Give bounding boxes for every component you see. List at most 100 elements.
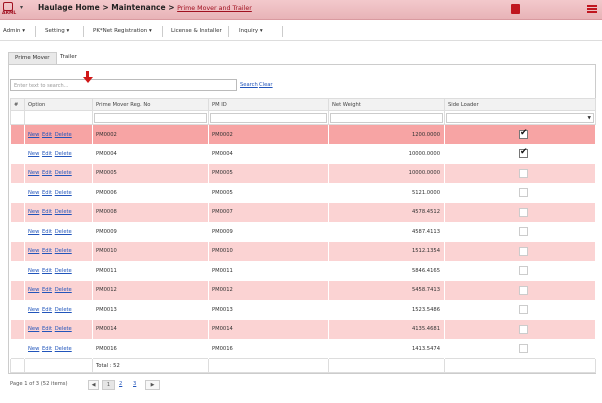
delete-link[interactable]: Delete — [55, 209, 72, 215]
side-loader-checkbox[interactable] — [519, 285, 528, 295]
search-button[interactable]: Search — [240, 82, 258, 88]
prev-page-button[interactable]: ◀ — [88, 380, 99, 390]
new-link[interactable]: New — [28, 209, 39, 215]
filter-pm-id-input[interactable] — [210, 112, 327, 123]
menu-setting[interactable]: Setting ▾ — [45, 28, 69, 34]
new-link[interactable]: New — [28, 287, 39, 293]
side-loader-checkbox[interactable] — [519, 207, 528, 217]
table-row[interactable]: New Edit Delete PM0008 PM0007 4578.4512 — [10, 202, 596, 222]
logo-icon — [3, 2, 13, 11]
next-page-button[interactable]: ▶ — [145, 380, 160, 390]
filter-side-loader-select[interactable]: ▼ — [446, 112, 594, 123]
side-loader-checkbox[interactable] — [519, 227, 528, 237]
option-cell: New Edit Delete — [24, 300, 93, 320]
new-link[interactable]: New — [28, 307, 39, 313]
column-header-option[interactable]: Option — [24, 98, 93, 111]
side-loader-checkbox[interactable] — [519, 188, 528, 198]
breadcrumb-main[interactable]: Haulage Home > Maintenance — [38, 3, 166, 12]
edit-link[interactable]: Edit — [42, 151, 52, 157]
side-loader-checkbox[interactable] — [519, 168, 528, 178]
edit-link[interactable]: Edit — [42, 307, 52, 313]
menu-license-installer[interactable]: License & Installer — [171, 28, 222, 34]
page-button-2[interactable]: 2 — [119, 381, 122, 387]
tab-trailer[interactable]: Trailer — [54, 52, 83, 64]
side-loader-checkbox[interactable] — [519, 344, 528, 353]
edit-link[interactable]: Edit — [42, 132, 52, 138]
edit-link[interactable]: Edit — [42, 190, 52, 196]
table-row[interactable]: New Edit Delete PM0016 PM0016 1413.5474 — [10, 339, 596, 359]
table-row[interactable]: New Edit Delete PM0006 PM0005 5121.0000 — [10, 183, 596, 203]
delete-link[interactable]: Delete — [55, 170, 72, 176]
delete-link[interactable]: Delete — [55, 248, 72, 254]
delete-link[interactable]: Delete — [55, 229, 72, 235]
net-weight-cell: 4578.4512 — [328, 202, 445, 222]
table-row[interactable]: New Edit Delete PM0005 PM0005 10000.0000 — [10, 163, 596, 183]
table-row[interactable]: New Edit Delete PM0013 PM0013 1523.5486 — [10, 300, 596, 320]
delete-link[interactable]: Delete — [55, 151, 72, 157]
new-link[interactable]: New — [28, 132, 39, 138]
edit-link[interactable]: Edit — [42, 287, 52, 293]
app-logo[interactable]: ARML — [2, 2, 16, 17]
new-link[interactable]: New — [28, 346, 39, 352]
edit-link[interactable]: Edit — [42, 229, 52, 235]
net-weight-cell: 1523.5486 — [328, 300, 445, 320]
table-row[interactable]: New Edit Delete PM0009 PM0009 4587.4113 — [10, 222, 596, 242]
net-weight-cell: 10000.0000 — [328, 163, 445, 183]
new-link[interactable]: New — [28, 326, 39, 332]
table-row[interactable]: New Edit Delete PM0011 PM0011 5846.4165 — [10, 261, 596, 281]
delete-link[interactable]: Delete — [55, 190, 72, 196]
table-row[interactable]: New Edit Delete PM0004 PM0004 10000.0000 — [10, 144, 596, 164]
column-header-side-loader[interactable]: Side Loader — [444, 98, 596, 111]
side-loader-checkbox[interactable] — [519, 305, 528, 315]
side-loader-checkbox[interactable] — [519, 147, 528, 159]
pm-id-cell: PM0012 — [208, 280, 329, 300]
edit-link[interactable]: Edit — [42, 326, 52, 332]
delete-link[interactable]: Delete — [55, 326, 72, 332]
filter-reg-no-input[interactable] — [94, 112, 207, 123]
column-header-net-weight[interactable]: Net Weight — [328, 98, 445, 111]
tab-prime-mover[interactable]: Prime Mover — [8, 52, 57, 64]
new-link[interactable]: New — [28, 190, 39, 196]
page-button-1[interactable]: 1 — [102, 380, 115, 390]
new-link[interactable]: New — [28, 248, 39, 254]
side-loader-checkbox[interactable] — [519, 128, 528, 139]
delete-link[interactable]: Delete — [55, 287, 72, 293]
clear-button[interactable]: Clear — [259, 82, 273, 88]
new-link[interactable]: New — [28, 151, 39, 157]
side-loader-cell — [444, 300, 596, 320]
delete-link[interactable]: Delete — [55, 307, 72, 313]
table-row[interactable]: New Edit Delete PM0010 PM0010 1512.1354 — [10, 241, 596, 261]
delete-link[interactable]: Delete — [55, 346, 72, 352]
delete-link[interactable]: Delete — [55, 268, 72, 274]
table-row[interactable]: New Edit Delete PM0012 PM0012 5458.7413 — [10, 280, 596, 300]
column-header-reg-no[interactable]: Prime Mover Reg. No — [92, 98, 209, 111]
edit-link[interactable]: Edit — [42, 170, 52, 176]
edit-link[interactable]: Edit — [42, 268, 52, 274]
search-input[interactable]: Enter text to search... — [10, 79, 237, 91]
new-link[interactable]: New — [28, 229, 39, 235]
table-row[interactable]: New Edit Delete PM0002 PM0002 1200.0000 — [10, 124, 596, 144]
side-loader-checkbox[interactable] — [519, 246, 528, 256]
menu-pknet-registration[interactable]: PK*Net Registration ▾ — [93, 28, 152, 34]
new-link[interactable]: New — [28, 268, 39, 274]
new-link[interactable]: New — [28, 170, 39, 176]
row-index-cell — [10, 124, 25, 144]
breadcrumb-current[interactable]: Prime Mover and Trailer — [177, 5, 252, 12]
edit-link[interactable]: Edit — [42, 248, 52, 254]
column-header-pm-id[interactable]: PM ID — [208, 98, 329, 111]
column-header-index[interactable]: # — [10, 98, 25, 111]
menu-inquiry[interactable]: Inquiry ▾ — [239, 28, 263, 34]
edit-link[interactable]: Edit — [42, 209, 52, 215]
option-cell: New Edit Delete — [24, 280, 93, 300]
delete-link[interactable]: Delete — [55, 132, 72, 138]
book-icon[interactable] — [511, 4, 520, 14]
table-row[interactable]: New Edit Delete PM0014 PM0014 4135.4681 — [10, 319, 596, 339]
app-menu-chevron-down-icon[interactable]: ▾ — [20, 4, 23, 11]
menu-admin[interactable]: Admin ▾ — [3, 28, 25, 34]
filter-net-weight-input[interactable] — [330, 112, 443, 123]
page-button-3[interactable]: 3 — [133, 381, 136, 387]
edit-link[interactable]: Edit — [42, 346, 52, 352]
side-loader-checkbox[interactable] — [519, 266, 528, 276]
hamburger-menu-icon[interactable] — [587, 5, 597, 13]
side-loader-checkbox[interactable] — [519, 324, 528, 334]
